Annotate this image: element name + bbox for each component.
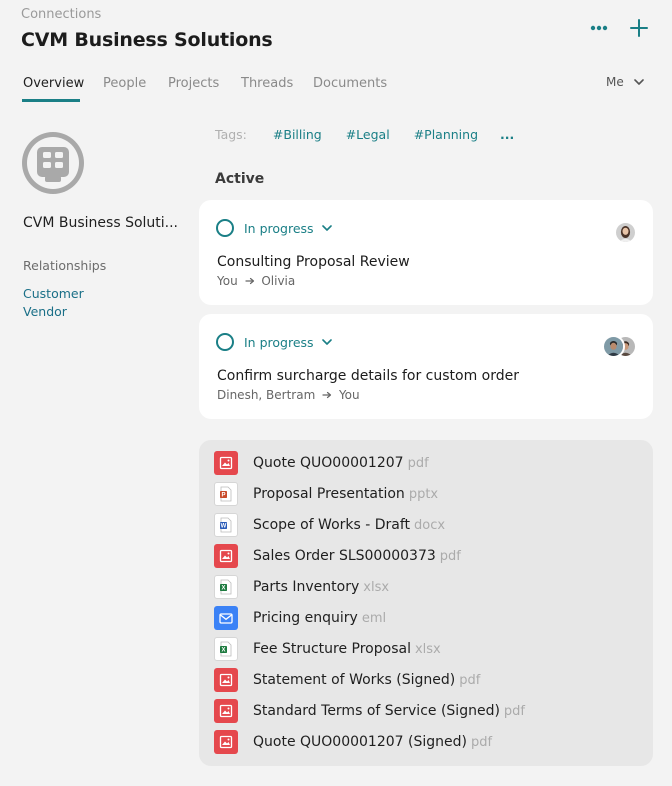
document-extension: pdf [503,703,526,719]
activity-participants: You Olivia [217,274,295,288]
add-button[interactable] [625,14,653,42]
arrow-right-icon [244,277,254,285]
pptx-icon: P [214,482,238,506]
email-icon [214,606,238,630]
status-dropdown[interactable]: In progress [216,219,332,237]
svg-text:P: P [221,493,225,499]
activity-title[interactable]: Consulting Proposal Review [217,254,410,270]
xlsx-icon: X [214,575,238,599]
activity-participants: Dinesh, Bertram You [217,388,360,402]
tags-label: Tags: [215,126,247,142]
documents-list: Quote QUO00001207 pdf P Proposal Present… [199,440,653,766]
document-name: Proposal Presentation [253,486,405,502]
pdf-icon [214,699,238,723]
person-photo-icon [604,337,623,356]
pdf-icon [214,451,238,475]
document-name: Parts Inventory [253,579,360,595]
chevron-down-icon [633,79,644,85]
document-row[interactable]: X Fee Structure Proposal xlsx [214,637,441,661]
document-name: Statement of Works (Signed) [253,672,456,688]
document-extension: pdf [439,548,461,564]
breadcrumb[interactable]: Connections [21,7,101,22]
activity-to: You [338,388,360,402]
tab-bar: Overview People Projects Threads Documen… [0,70,672,102]
more-tags-button[interactable]: ... [500,127,514,142]
svg-text:X: X [221,586,225,592]
pdf-icon [214,668,238,692]
svg-text:W: W [221,524,227,530]
document-row[interactable]: Standard Terms of Service (Signed) pdf [214,699,525,723]
status-label: In progress [244,220,314,236]
document-name: Sales Order SLS00000373 [253,548,436,564]
document-extension: eml [361,610,387,626]
relationship-customer-link[interactable]: Customer [23,286,84,301]
svg-text:X: X [221,648,225,654]
active-tab-indicator [22,99,80,102]
organization-name: CVM Business Soluti... [23,215,179,231]
avatar [602,335,625,358]
avatar [614,221,637,244]
chevron-down-icon [321,225,332,231]
document-name: Scope of Works - Draft [253,517,411,533]
document-extension: pdf [407,455,429,471]
document-extension: pdf [470,734,493,750]
xlsx-icon: X [214,637,238,661]
document-row[interactable]: Pricing enquiry eml [214,606,386,630]
document-name: Quote QUO00001207 (Signed) [253,734,467,750]
document-row[interactable]: P Proposal Presentation pptx [214,482,438,506]
status-circle-icon [216,219,234,237]
document-name: Standard Terms of Service (Signed) [253,703,500,719]
document-extension: docx [414,517,446,533]
building-icon [22,132,84,194]
activity-from: Dinesh, Bertram [217,388,316,402]
organization-avatar [22,132,84,194]
document-extension: pdf [459,672,481,688]
relationship-vendor-link[interactable]: Vendor [23,304,67,319]
tab-overview[interactable]: Overview [23,76,84,91]
activity-from: You [217,274,238,288]
owner-filter-dropdown[interactable]: Me [606,75,644,89]
document-extension: pptx [408,486,439,502]
status-label: In progress [244,334,314,350]
document-name: Pricing enquiry [253,610,358,626]
tag-planning[interactable]: #Planning [414,127,478,142]
document-row[interactable]: Quote QUO00001207 (Signed) pdf [214,730,492,754]
pdf-icon [214,544,238,568]
pdf-icon [214,730,238,754]
tag-billing[interactable]: #Billing [273,127,322,142]
status-circle-icon [216,333,234,351]
more-options-button[interactable] [586,16,612,40]
activity-card[interactable]: In progress Consulting Proposal Review Y… [199,200,653,305]
page-title: CVM Business Solutions [21,29,273,51]
document-name: Quote QUO00001207 [253,455,404,471]
activity-card[interactable]: In progress Confirm surcharge details fo… [199,314,653,419]
tab-people[interactable]: People [103,76,146,91]
chevron-down-icon [321,339,332,345]
document-row[interactable]: Statement of Works (Signed) pdf [214,668,480,692]
tab-threads[interactable]: Threads [241,76,293,91]
document-row[interactable]: Sales Order SLS00000373 pdf [214,544,461,568]
docx-icon: W [214,513,238,537]
person-photo-icon [616,223,635,242]
status-dropdown[interactable]: In progress [216,333,332,351]
document-row[interactable]: X Parts Inventory xlsx [214,575,389,599]
owner-filter-label: Me [606,75,624,89]
activity-to: Olivia [261,274,296,288]
active-section-heading: Active [215,171,265,187]
relationships-label: Relationships [23,258,107,273]
more-horizontal-icon [590,25,608,31]
activity-title[interactable]: Confirm surcharge details for custom ord… [217,368,519,384]
tab-documents[interactable]: Documents [313,76,387,91]
tab-projects[interactable]: Projects [168,76,219,91]
plus-icon [630,19,648,37]
document-extension: xlsx [414,641,441,657]
document-name: Fee Structure Proposal [253,641,411,657]
document-row[interactable]: Quote QUO00001207 pdf [214,451,429,475]
arrow-right-icon [322,391,332,399]
tags-row: Tags: #Billing #Legal #Planning ... [215,125,514,143]
tag-legal[interactable]: #Legal [346,127,390,142]
document-extension: xlsx [363,579,390,595]
document-row[interactable]: W Scope of Works - Draft docx [214,513,445,537]
